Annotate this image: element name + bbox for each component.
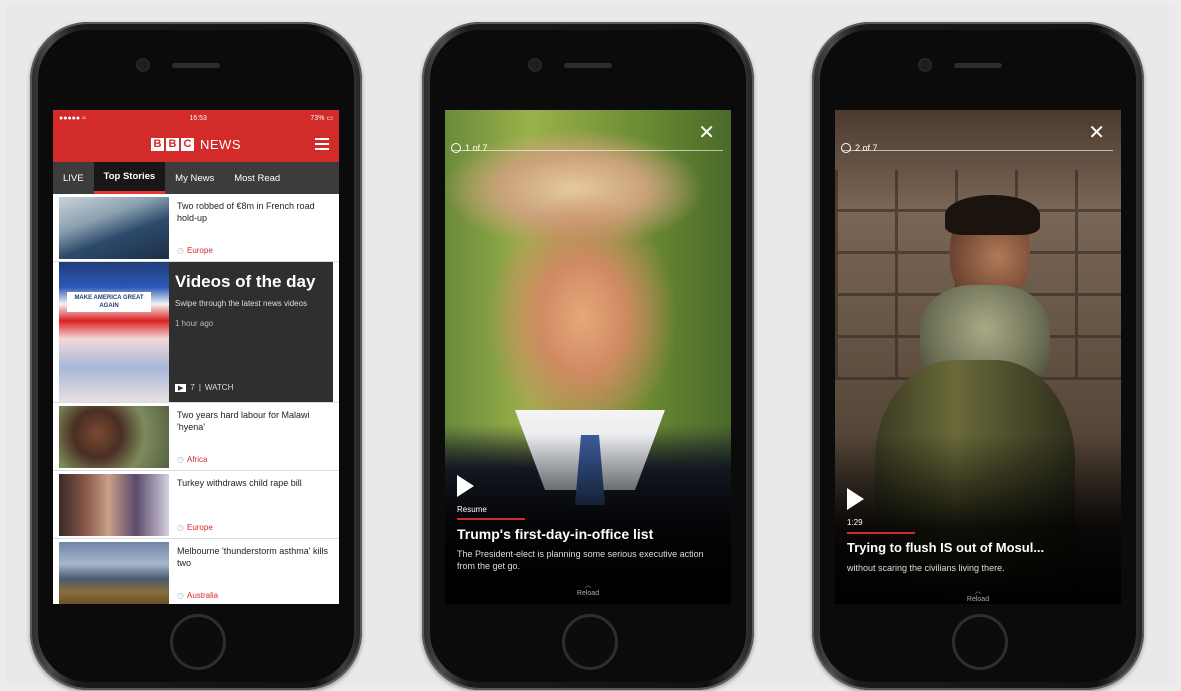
clock-icon: ◷ xyxy=(177,591,184,600)
story-counter: 2 of 7 xyxy=(841,143,878,153)
play-icon[interactable] xyxy=(457,475,474,497)
video-icon: ▶ xyxy=(175,383,187,392)
home-button[interactable] xyxy=(952,614,1008,670)
earpiece-speaker xyxy=(564,63,612,68)
video-card-title: Videos of the day xyxy=(175,272,316,291)
story-thumbnail xyxy=(59,542,169,604)
clock-icon: ◷ xyxy=(177,523,184,532)
clock: 16:53 xyxy=(189,114,207,122)
phone-2: 1 of 7 ✕ Resume Trump's first-day-in-off… xyxy=(422,22,754,690)
phone-3: 2 of 7 ✕ 1:29 Trying to flush IS out of … xyxy=(812,22,1144,690)
story-thumbnail xyxy=(59,406,169,468)
video-card-time: 1 hour ago xyxy=(175,319,214,328)
watch-button[interactable]: ▶ 7 | WATCH xyxy=(175,383,233,392)
progress-ring-icon xyxy=(451,143,461,153)
video-count: 7 xyxy=(190,383,195,392)
tab-most-read[interactable]: Most Read xyxy=(224,162,290,194)
section-tabs: LIVE Top Stories My News Most Read xyxy=(53,162,339,194)
story-section: Australia xyxy=(186,591,219,600)
resume-label: Resume xyxy=(457,505,487,514)
story-item[interactable]: Two robbed of €8m in French road hold-up… xyxy=(53,194,339,262)
story-section: Africa xyxy=(186,455,208,464)
close-icon[interactable]: ✕ xyxy=(698,120,715,145)
soldier-hair xyxy=(945,195,1040,235)
battery-status: 73% ▭ xyxy=(310,115,333,122)
front-camera xyxy=(530,60,540,70)
video-description: without scaring the civilians living the… xyxy=(847,563,1005,573)
tab-my-news[interactable]: My News xyxy=(165,162,224,194)
signal-status: ●●●●● ≈ xyxy=(59,114,86,122)
divider: | xyxy=(198,383,201,392)
front-camera xyxy=(920,60,930,70)
reload-label: Reload xyxy=(576,590,600,597)
logo-letter: B xyxy=(166,137,179,151)
video-description: The President-elect is planning some ser… xyxy=(457,549,704,571)
reload-label: Reload xyxy=(966,596,990,603)
story-section: Europe xyxy=(186,246,213,255)
campaign-sign: MAKE AMERICA GREAT AGAIN xyxy=(67,292,151,312)
progress-ring-icon xyxy=(841,143,851,153)
app-header: B B C NEWS xyxy=(53,126,339,162)
video-card-thumbnail: MAKE AMERICA GREAT AGAIN xyxy=(59,262,169,402)
front-camera xyxy=(138,60,148,70)
story-meta: ◷ Europe xyxy=(177,523,213,532)
close-icon[interactable]: ✕ xyxy=(1088,120,1105,145)
video-headline: Trying to flush IS out of Mosul... xyxy=(847,540,1045,555)
logo-news-text: NEWS xyxy=(200,136,241,152)
video-card-description: Swipe through the latest news videos xyxy=(175,299,308,308)
playback-progress xyxy=(457,518,525,520)
story-progress-bar xyxy=(843,150,1113,151)
story-meta: ◷ Australia xyxy=(177,591,218,600)
story-counter-text: 2 of 7 xyxy=(855,143,878,153)
playback-progress xyxy=(847,532,915,534)
story-item[interactable]: Melbourne 'thunderstorm asthma' kills tw… xyxy=(53,539,339,604)
story-meta: ◷ Africa xyxy=(177,455,207,464)
video-duration: 1:29 xyxy=(847,518,863,527)
video-player-screen: 1 of 7 ✕ Resume Trump's first-day-in-off… xyxy=(445,110,731,604)
story-meta: ◷ Europe xyxy=(177,246,213,255)
phone-1: ●●●●● ≈ 16:53 73% ▭ B B C NEWS LIVE Top … xyxy=(30,22,362,690)
reload-button[interactable]: ︿ Reload xyxy=(967,586,989,603)
clock-icon: ◷ xyxy=(177,455,184,464)
bbc-news-logo: B B C NEWS xyxy=(151,137,241,152)
story-progress-bar xyxy=(453,150,723,151)
play-icon[interactable] xyxy=(847,488,864,510)
video-headline: Trump's first-day-in-office list xyxy=(457,526,654,542)
status-bar: ●●●●● ≈ 16:53 73% ▭ xyxy=(53,110,339,126)
home-button[interactable] xyxy=(170,614,226,670)
logo-letter: B xyxy=(151,137,164,151)
hamburger-menu-icon[interactable] xyxy=(315,138,329,150)
reload-icon: ︿ xyxy=(974,588,982,595)
videos-of-the-day-card[interactable]: MAKE AMERICA GREAT AGAIN Videos of the d… xyxy=(53,262,339,403)
story-section: Europe xyxy=(186,523,213,532)
story-item[interactable]: Two years hard labour for Malawi 'hyena'… xyxy=(53,403,339,471)
story-thumbnail xyxy=(59,474,169,536)
tab-top-stories[interactable]: Top Stories xyxy=(93,162,166,194)
bottom-gradient xyxy=(835,434,1121,604)
video-card-info: Videos of the day Swipe through the late… xyxy=(169,262,333,402)
bbc-news-screen: ●●●●● ≈ 16:53 73% ▭ B B C NEWS LIVE Top … xyxy=(53,110,339,604)
logo-letter: C xyxy=(181,137,194,151)
story-counter: 1 of 7 xyxy=(451,143,488,153)
watch-label: WATCH xyxy=(204,383,234,392)
story-item[interactable]: Turkey withdraws child rape bill ◷ Europe xyxy=(53,471,339,539)
video-player-screen: 2 of 7 ✕ 1:29 Trying to flush IS out of … xyxy=(835,110,1121,604)
clock-icon: ◷ xyxy=(177,246,184,255)
home-button[interactable] xyxy=(562,614,618,670)
tab-live[interactable]: LIVE xyxy=(53,162,94,194)
reload-icon: ︿ xyxy=(584,582,592,589)
earpiece-speaker xyxy=(172,63,220,68)
story-thumbnail xyxy=(59,197,169,259)
reload-button[interactable]: ︿ Reload xyxy=(577,580,599,597)
earpiece-speaker xyxy=(954,63,1002,68)
story-counter-text: 1 of 7 xyxy=(465,143,488,153)
